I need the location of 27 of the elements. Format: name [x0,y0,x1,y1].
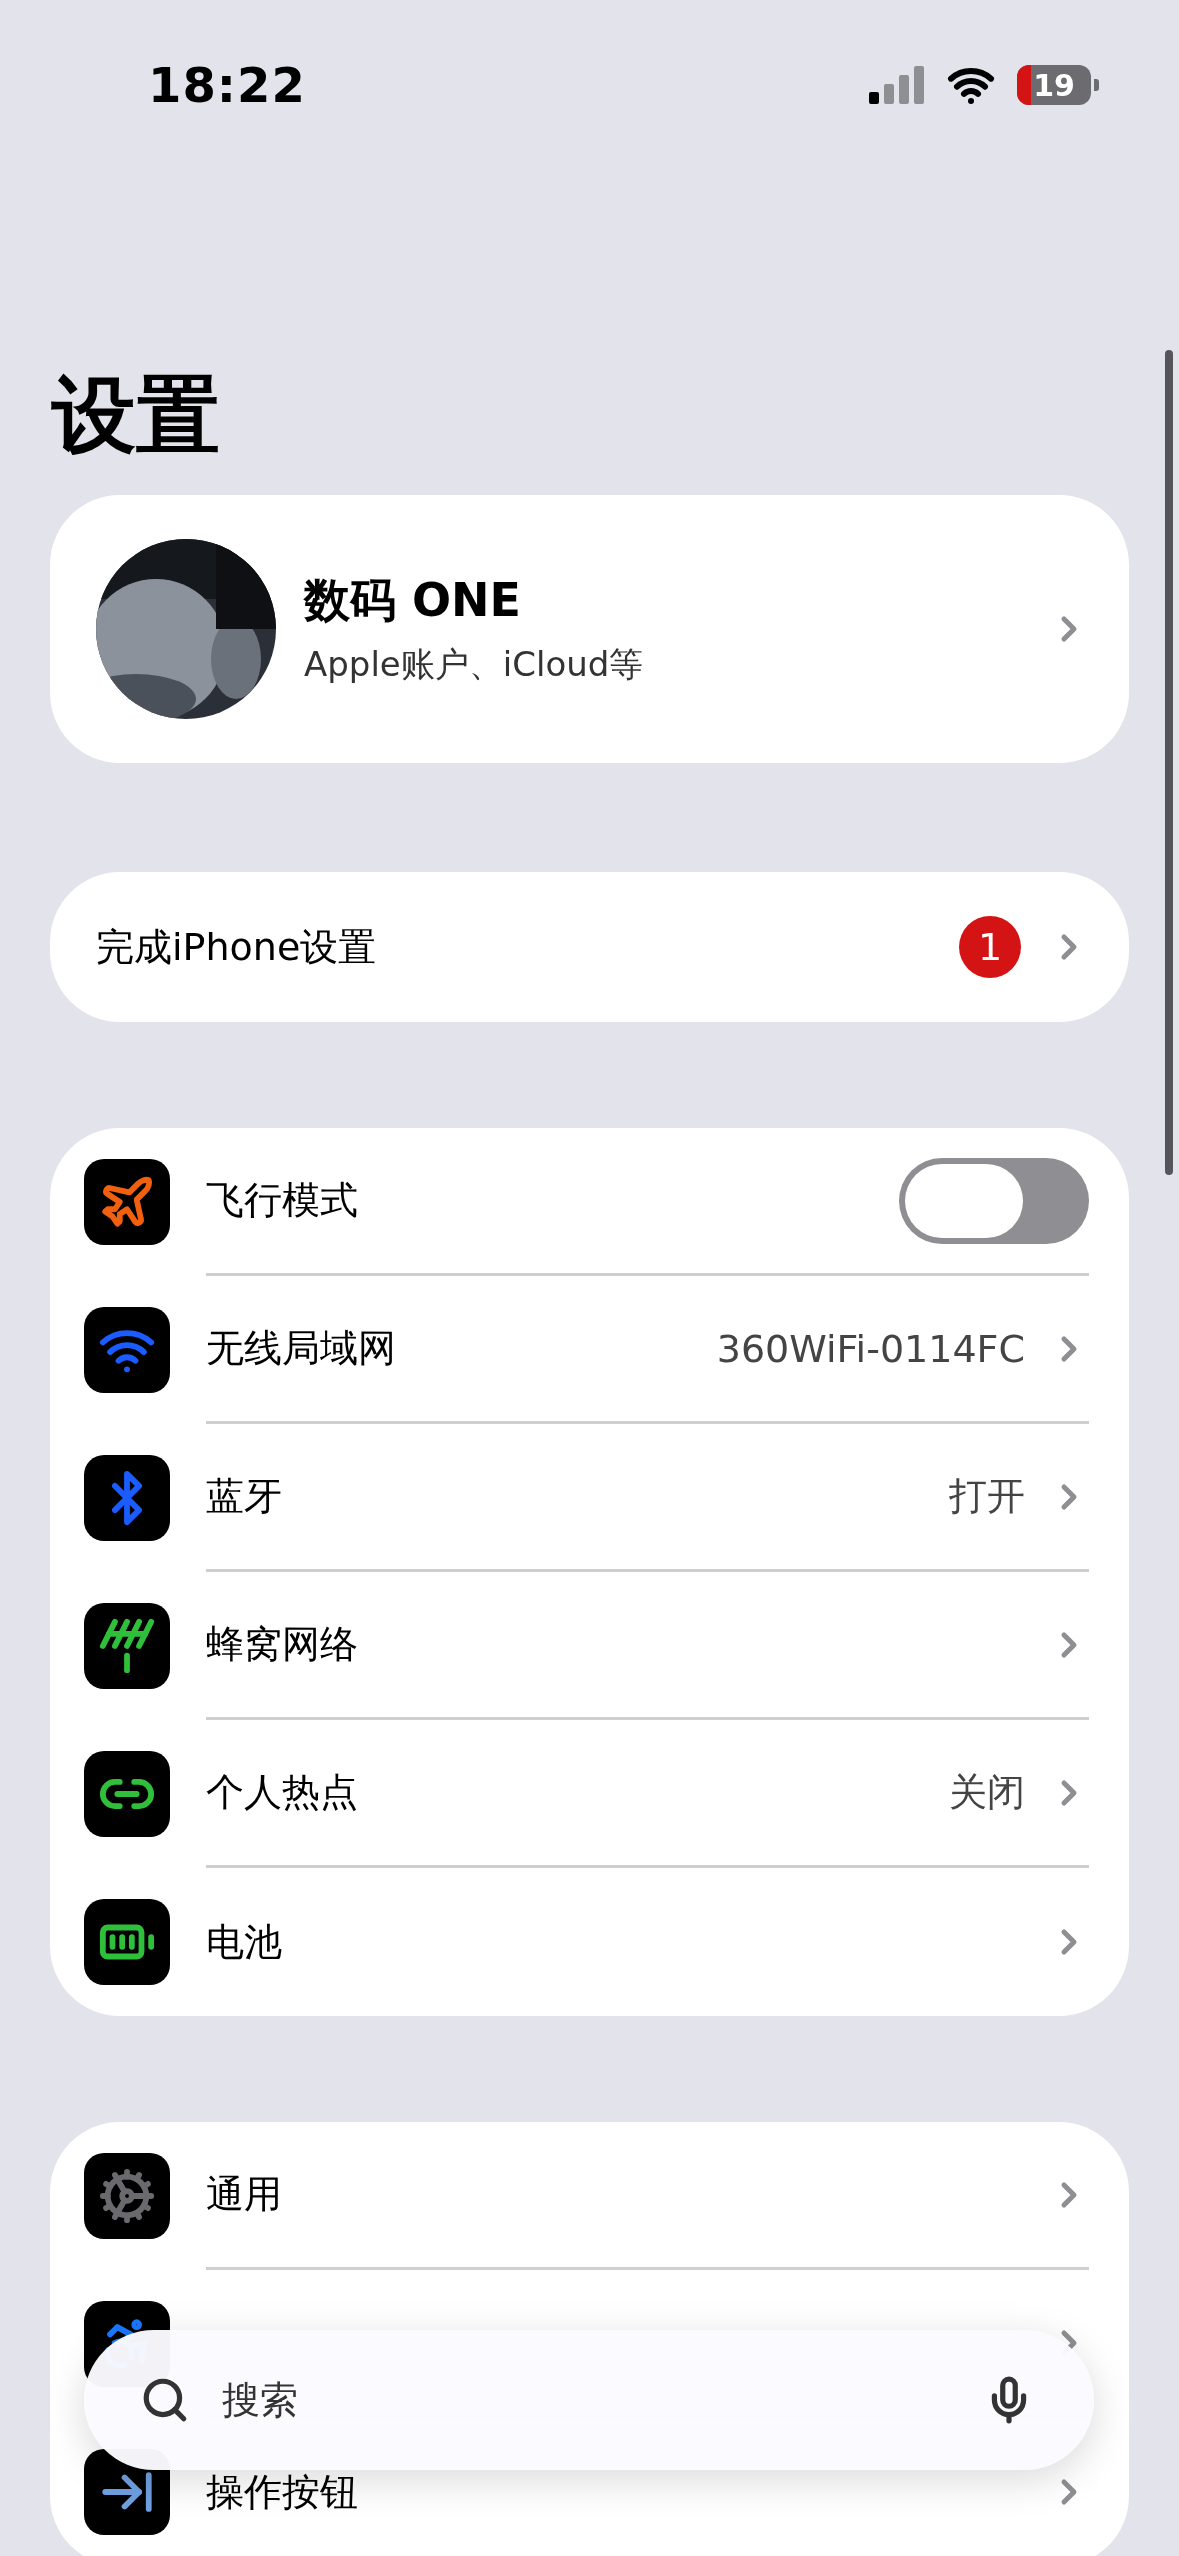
profile-subtitle: Apple账户、iCloud等 [304,643,645,686]
link-icon [84,1751,170,1837]
setting-row-label[interactable]: 蜂窝网络 [206,1619,1049,1670]
airplane-icon [84,1159,170,1245]
signal-icon [869,66,925,104]
setting-row-label[interactable]: 蓝牙 [206,1471,949,1522]
search-field[interactable]: 搜索 [220,2377,954,2423]
battery-icon [84,1899,170,1985]
notification-badge: 1 [959,916,1021,978]
setting-row-label[interactable]: 电池 [206,1916,1049,1968]
bluetooth-icon [84,1455,170,1541]
profile-card[interactable]: 数码 ONE Apple账户、iCloud等 [50,495,1129,763]
setting-value: 打开 [949,1473,1025,1520]
setting-row-label[interactable]: 个人热点 [206,1767,949,1818]
wifi-icon [84,1307,170,1393]
gear-icon [84,2153,170,2239]
setup-card[interactable]: 完成iPhone设置 1 [50,872,1129,1022]
profile-name: 数码 ONE [304,572,523,629]
status-time: 18:22 [148,57,306,113]
page-title: 设置 [52,365,221,466]
setting-row-label[interactable]: 通用 [206,2169,1049,2220]
setup-label: 完成iPhone设置 [96,923,378,971]
setting-value: 360WiFi-0114FC [716,1326,1025,1371]
setting-row-label[interactable]: 无线局域网 [206,1323,717,1374]
setting-row-label[interactable]: 飞行模式 [206,1175,899,1226]
setting-row-label[interactable]: 操作按钮 [206,2466,1049,2518]
setting-value: 关闭 [949,1769,1025,1816]
